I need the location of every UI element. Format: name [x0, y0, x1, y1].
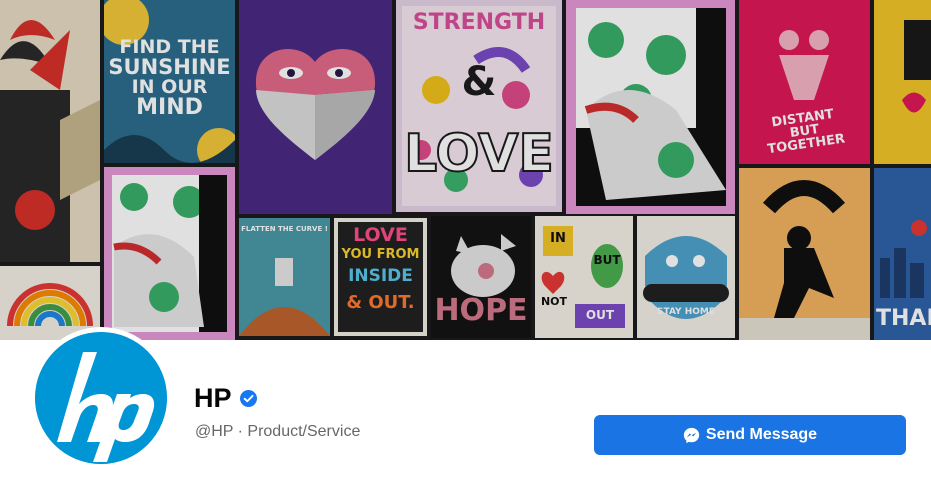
poster-text-line: LOVE — [403, 124, 555, 184]
poster-hope: HOPE — [431, 216, 531, 338]
poster-text-line: OUT — [585, 308, 615, 322]
poster-text-line: & — [461, 59, 497, 105]
poster-thank: THAN — [874, 168, 931, 340]
poster-stay-home: STAY HOME — [637, 216, 735, 338]
page-title: HP — [194, 383, 232, 413]
send-message-label: Send Message — [705, 426, 818, 443]
poster-lotus — [0, 0, 100, 262]
poster-in-but-not-out: IN BUT NOT OUT — [535, 216, 633, 338]
poster-strength-love: STRENGTH & LOVE — [396, 0, 562, 212]
poster-text-line: LOVE — [353, 224, 408, 246]
poster-text-line: & OUT. — [346, 292, 415, 313]
page-handle-category: @HP · Product/Service — [195, 423, 361, 440]
poster-distant-together: DISTANT BUT TOGETHER — [739, 0, 870, 164]
verified-badge-icon — [240, 390, 257, 407]
poster-text-line: YOU FROM — [341, 247, 420, 262]
poster-text-line: THAN — [876, 306, 931, 331]
poster-text-line: HOPE — [434, 293, 528, 328]
poster-heart-mask — [239, 0, 392, 214]
poster-yellow-edge — [874, 0, 931, 164]
poster-text-line: MIND — [136, 95, 203, 120]
messenger-icon — [683, 427, 700, 443]
poster-text-line: STAY HOME — [657, 307, 715, 317]
cover-photo[interactable]: FIND THE SUNSHINE IN OUR MIND STRENGTH &… — [0, 0, 931, 340]
poster-text-line: BUT — [593, 253, 621, 267]
poster-text-line: NOT — [540, 295, 568, 308]
poster-love-you: LOVE YOU FROM INSIDE & OUT. — [334, 218, 427, 336]
poster-window-pink — [566, 0, 735, 214]
poster-find-sunshine: FIND THE SUNSHINE IN OUR MIND — [104, 0, 235, 163]
avatar[interactable] — [35, 332, 167, 464]
poster-flatten-curve: FLATTEN THE CURVE ! — [239, 218, 330, 336]
poster-text-line: INSIDE — [348, 266, 413, 286]
poster-text-line: FLATTEN THE CURVE ! — [241, 225, 328, 233]
poster-text-line: SUNSHINE — [108, 55, 231, 79]
send-message-button[interactable]: Send Message — [594, 415, 906, 455]
poster-window-green — [104, 167, 235, 340]
poster-magnet-figure — [739, 168, 870, 340]
poster-text-line: IN — [550, 231, 566, 246]
poster-text-line: STRENGTH — [412, 10, 546, 35]
hp-logo-icon — [35, 332, 167, 464]
